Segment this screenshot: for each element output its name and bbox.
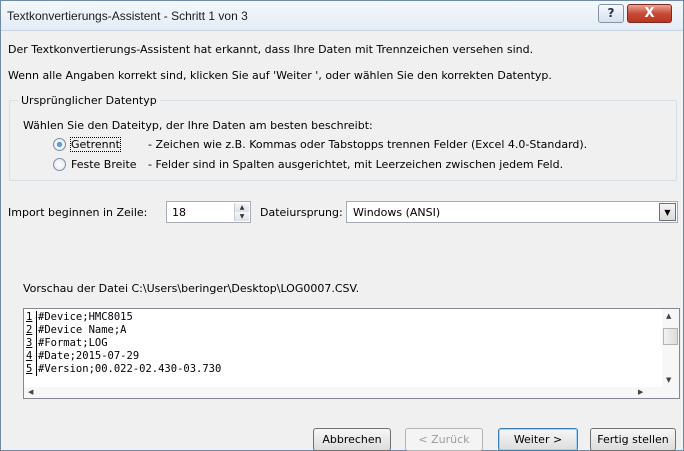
start-row-value[interactable]: 18 [172, 206, 186, 219]
horizontal-scrollbar[interactable]: ◀ ▶ [24, 387, 663, 398]
line-text: #Format;LOG [38, 337, 108, 349]
datatype-group-label: Ursprünglicher Datentyp [18, 94, 160, 107]
title-bar[interactable]: Textkonvertierungs-Assistent - Schritt 1… [1, 1, 683, 31]
help-button[interactable]: ? [598, 4, 624, 23]
line-number: 4 [26, 350, 37, 363]
line-text: #Date;2015-07-29 [38, 350, 140, 362]
radio-button-unchecked[interactable] [53, 158, 66, 171]
preview-row: 2 #Device Name;A [26, 324, 656, 337]
scroll-thumb[interactable] [663, 328, 678, 345]
preview-row: 4 #Date;2015-07-29 [26, 350, 656, 363]
datatype-instruction: Wählen Sie den Dateityp, der Ihre Daten … [23, 119, 373, 132]
scroll-down-icon[interactable]: ▼ [666, 376, 671, 384]
line-text: #Device;HMC8015 [38, 311, 133, 323]
spin-down-icon[interactable]: ▼ [235, 212, 249, 221]
scroll-left-icon[interactable]: ◀ [28, 388, 33, 396]
scroll-right-icon[interactable]: ▶ [638, 388, 643, 396]
radio-desc-feste-breite: - Felder sind in Spalten ausgerichtet, m… [148, 158, 564, 171]
preview-label: Vorschau der Datei C:\Users\beringer\Des… [23, 282, 360, 295]
file-origin-value: Windows (ANSI) [353, 206, 441, 219]
chevron-down-icon[interactable]: ▼ [659, 203, 676, 221]
close-button[interactable]: X [627, 4, 672, 23]
preview-row: 1 #Device;HMC8015 [26, 311, 656, 324]
line-number: 2 [26, 324, 37, 337]
window-title: Textkonvertierungs-Assistent - Schritt 1… [7, 9, 248, 23]
start-row-spinner[interactable]: 18 ▲ ▼ [166, 201, 251, 223]
spin-up-icon[interactable]: ▲ [235, 203, 249, 212]
spin-buttons[interactable]: ▲ ▼ [234, 203, 249, 221]
start-row-label: Import beginnen in Zeile: [8, 206, 148, 219]
intro-line-1: Der Textkonvertierungs-Assistent hat erk… [8, 43, 534, 56]
close-icon: X [644, 6, 655, 21]
scroll-up-icon[interactable]: ▲ [666, 312, 671, 320]
back-button[interactable]: < Zurück [405, 428, 483, 451]
radio-label-getrennt[interactable]: Getrennt [70, 137, 121, 152]
finish-button[interactable]: Fertig stellen [590, 428, 676, 451]
file-origin-label: Dateiursprung: [260, 206, 343, 219]
radio-button-checked[interactable] [53, 138, 66, 151]
vertical-scrollbar[interactable]: ▲ ▼ [662, 309, 679, 398]
next-button[interactable]: Weiter > [498, 428, 578, 451]
line-number: 3 [26, 337, 37, 350]
radio-desc-getrennt: - Zeichen wie z.B. Kommas oder Tabstopps… [148, 138, 588, 151]
dialog-window: Textkonvertierungs-Assistent - Schritt 1… [0, 0, 684, 451]
file-origin-dropdown[interactable]: Windows (ANSI) ▼ [346, 201, 678, 223]
preview-lines: 1 #Device;HMC8015 2 #Device Name;A 3 #Forma… [26, 311, 656, 387]
preview-row: 3 #Format;LOG [26, 337, 656, 350]
line-number: 5 [26, 363, 37, 376]
intro-line-2: Wenn alle Angaben korrekt sind, klicken … [8, 69, 552, 82]
cancel-button[interactable]: Abbrechen [313, 428, 391, 451]
preview-row: 5 #Version;00.022-02.430-03.730 [26, 363, 656, 376]
file-preview[interactable]: 1 #Device;HMC8015 2 #Device Name;A 3 #Forma… [23, 308, 680, 399]
line-text: #Version;00.022-02.430-03.730 [38, 363, 222, 375]
line-text: #Device Name;A [38, 324, 127, 336]
line-number: 1 [26, 311, 37, 324]
radio-label-feste-breite[interactable]: Feste Breite [71, 158, 137, 171]
